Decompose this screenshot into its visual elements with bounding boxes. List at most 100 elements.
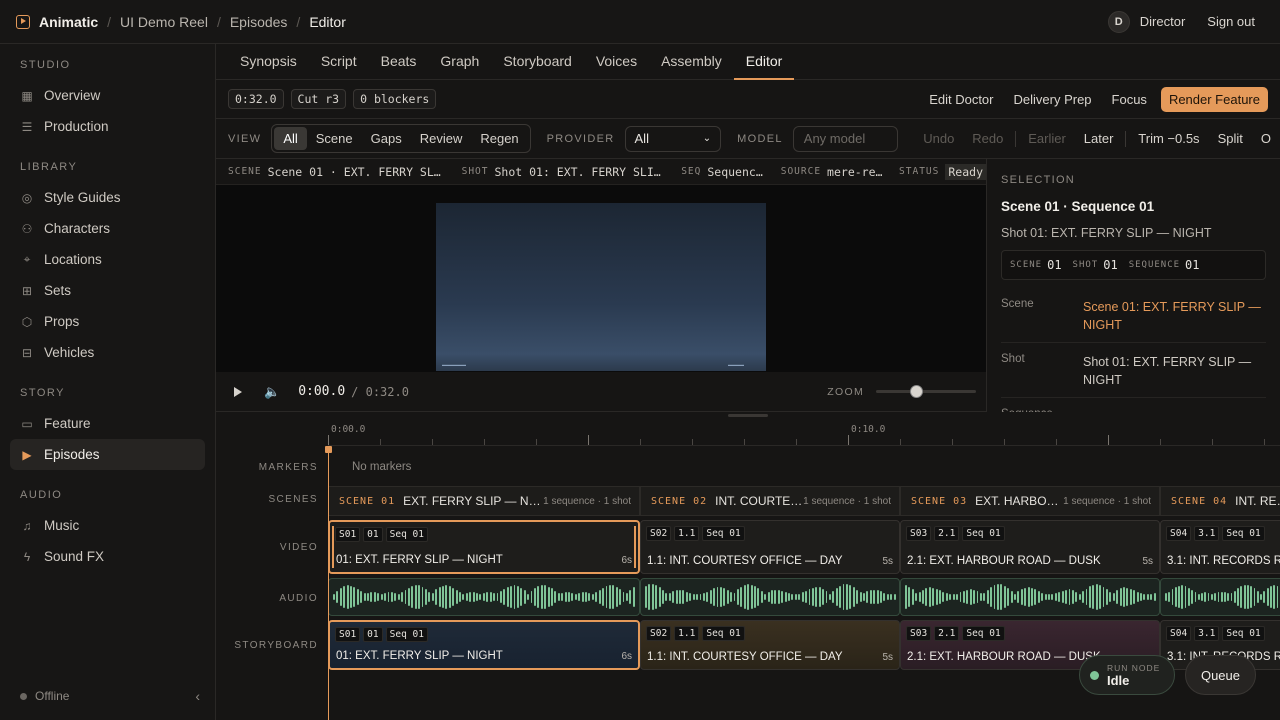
later-button[interactable]: Later	[1075, 131, 1123, 146]
model-input[interactable]: Any model	[792, 125, 899, 152]
waveform-bar	[1095, 584, 1098, 610]
sidebar-item-overview[interactable]: ▦ Overview	[0, 80, 215, 111]
waveform-bar	[651, 584, 654, 610]
detail-key: Shot	[1001, 353, 1025, 365]
waveform-bar	[1171, 589, 1174, 605]
clip-tags: S03 2.1 Seq 01	[906, 526, 1005, 541]
scene-block[interactable]: SCENE 04 INT. RECORDS ROOM	[1160, 486, 1280, 516]
scene-block[interactable]: SCENE 01 EXT. FERRY SLIP — NIGHT 1 sequenc…	[328, 486, 640, 516]
waveform-bar	[828, 593, 831, 601]
breadcrumb-project[interactable]: UI Demo Reel	[120, 14, 208, 30]
provider-select[interactable]: All ⌄	[624, 125, 722, 152]
storyboard-clip[interactable]: S01 01 Seq 01 01: EXT. FERRY SLIP — NIGHT 6s	[328, 620, 640, 670]
render-feature-button[interactable]: Render Feature	[1160, 86, 1268, 112]
sidebar-item-style-guides[interactable]: ◎ Style Guides	[0, 182, 215, 213]
tab-storyboard[interactable]: Storyboard	[491, 43, 583, 79]
scene-block[interactable]: SCENE 02 INT. COURTESY OFFICE — DAY1 sequ…	[640, 486, 900, 516]
view-option-all[interactable]: All	[274, 127, 307, 150]
audio-clip[interactable]	[328, 578, 640, 616]
volume-icon[interactable]: 🔈	[264, 384, 280, 400]
waveform-bar	[1116, 590, 1119, 604]
scene-key: SCENE	[228, 166, 262, 177]
breadcrumb-episodes[interactable]: Episodes	[230, 14, 288, 30]
resize-handle[interactable]	[728, 414, 768, 417]
zoom-slider-handle[interactable]	[910, 385, 923, 398]
split-button[interactable]: Split	[1209, 131, 1252, 146]
clip-title: 2.1: EXT. HARBOUR ROAD — DUSK	[907, 555, 1101, 567]
waveform-bar	[918, 592, 921, 602]
tab-script[interactable]: Script	[309, 43, 369, 79]
audio-clip[interactable]	[1160, 578, 1280, 616]
tab-editor[interactable]: Editor	[733, 43, 795, 80]
undo-button[interactable]: Undo	[914, 131, 963, 146]
view-option-scene[interactable]: Scene	[307, 127, 362, 150]
tab-assembly[interactable]: Assembly	[649, 43, 734, 79]
sidebar-item-sets[interactable]: ⊞ Sets	[0, 275, 215, 306]
collapse-sidebar-icon[interactable]: ‹	[195, 688, 200, 704]
audio-clip[interactable]	[640, 578, 900, 616]
avatar[interactable]: D	[1107, 10, 1130, 33]
view-label: VIEW	[228, 132, 262, 145]
overflow-button[interactable]: O	[1252, 131, 1280, 146]
waveform-bar	[1194, 592, 1197, 602]
waveform-bar	[1256, 590, 1259, 604]
playhead[interactable]	[325, 446, 332, 720]
sidebar-item-locations[interactable]: ⌖ Locations	[0, 244, 215, 275]
sign-out-button[interactable]: Sign out	[1207, 14, 1255, 29]
tab-graph[interactable]: Graph	[428, 43, 491, 79]
view-option-gaps[interactable]: Gaps	[362, 127, 411, 150]
sidebar-item-production[interactable]: ☰ Production	[0, 111, 215, 142]
zoom-slider[interactable]	[876, 385, 976, 398]
trim-handle-left[interactable]	[332, 526, 334, 568]
ruler-tick	[484, 439, 485, 445]
waveform-bar	[863, 593, 865, 601]
waveform-bar	[1044, 593, 1047, 601]
clip-tags: S02 1.1 Seq 01	[646, 626, 745, 641]
breadcrumb-app[interactable]: Animatic	[39, 14, 98, 30]
clip-tag: Seq 01	[962, 626, 1005, 641]
waveform-bar	[622, 591, 625, 603]
waveform-bar	[822, 588, 825, 606]
video-clip[interactable]: S03 2.1 Seq 01 2.1: EXT. HARBOUR ROAD — DUS…	[900, 520, 1160, 574]
run-node-button[interactable]: RUN NODE Idle	[1079, 655, 1175, 695]
sidebar-item-episodes[interactable]: ▶ Episodes	[10, 439, 205, 470]
ruler-tick	[536, 439, 537, 445]
earlier-button[interactable]: Earlier	[1019, 131, 1075, 146]
clip-tag: Seq 01	[962, 526, 1005, 541]
waveform-bar	[547, 586, 550, 608]
sidebar-item-props[interactable]: ⬡ Props	[0, 306, 215, 337]
blockers-badge[interactable]: 0 blockers	[353, 89, 437, 109]
queue-button[interactable]: Queue	[1185, 655, 1256, 695]
video-preview[interactable]: ▬▬▬▬▬▬ ▬▬▬▬	[216, 185, 986, 372]
scene-block[interactable]: SCENE 03 EXT. HARBOUR ROAD — DUSK1 sequen…	[900, 486, 1160, 516]
sidebar-item-music[interactable]: ♫ Music	[0, 510, 215, 541]
scene-link[interactable]: Scene 01: EXT. FERRY SLIP — NIGHT	[1083, 298, 1266, 334]
audio-clip[interactable]	[900, 578, 1160, 616]
trim-button[interactable]: Trim −0.5s	[1129, 131, 1208, 146]
tab-synopsis[interactable]: Synopsis	[228, 43, 309, 79]
video-clip[interactable]: S02 1.1 Seq 01 1.1: INT. COURTESY OFFICE — …	[640, 520, 900, 574]
scene-title: INT. COURTESY OFFICE — DAY	[715, 494, 804, 508]
sidebar-item-vehicles[interactable]: ⊟ Vehicles	[0, 337, 215, 368]
sidebar-item-characters[interactable]: ⚇ Characters	[0, 213, 215, 244]
video-clip[interactable]: S01 01 Seq 01 01: EXT. FERRY SLIP — NIGHT 6s	[328, 520, 640, 574]
focus-button[interactable]: Focus	[1102, 92, 1157, 107]
sidebar: STUDIO ▦ Overview ☰ Production LIBRARY ◎ Style …	[0, 44, 216, 720]
view-option-regen[interactable]: Regen	[471, 127, 527, 150]
sidebar-item-sound-fx[interactable]: ϟ Sound FX	[0, 541, 215, 572]
trim-handle-right[interactable]	[634, 526, 636, 568]
sidebar-item-feature[interactable]: ▭ Feature	[0, 408, 215, 439]
edit-doctor-button[interactable]: Edit Doctor	[919, 92, 1003, 107]
clip-tag: S01	[335, 527, 361, 542]
storyboard-clip[interactable]: S02 1.1 Seq 01 1.1: INT. COURTESY OFFICE — …	[640, 620, 900, 670]
time-ruler[interactable]: 0:00.0 0:10.0	[328, 420, 1280, 446]
tab-voices[interactable]: Voices	[584, 43, 649, 79]
waveform-bar	[784, 592, 787, 602]
play-icon[interactable]	[234, 386, 242, 397]
view-option-review[interactable]: Review	[411, 127, 472, 150]
redo-button[interactable]: Redo	[963, 131, 1012, 146]
tab-beats[interactable]: Beats	[369, 43, 429, 79]
video-clip[interactable]: S043.1Seq 01 3.1: INT. RECORDS ROOM	[1160, 520, 1280, 574]
waveform-bar	[1178, 585, 1180, 609]
delivery-prep-button[interactable]: Delivery Prep	[1004, 92, 1102, 107]
